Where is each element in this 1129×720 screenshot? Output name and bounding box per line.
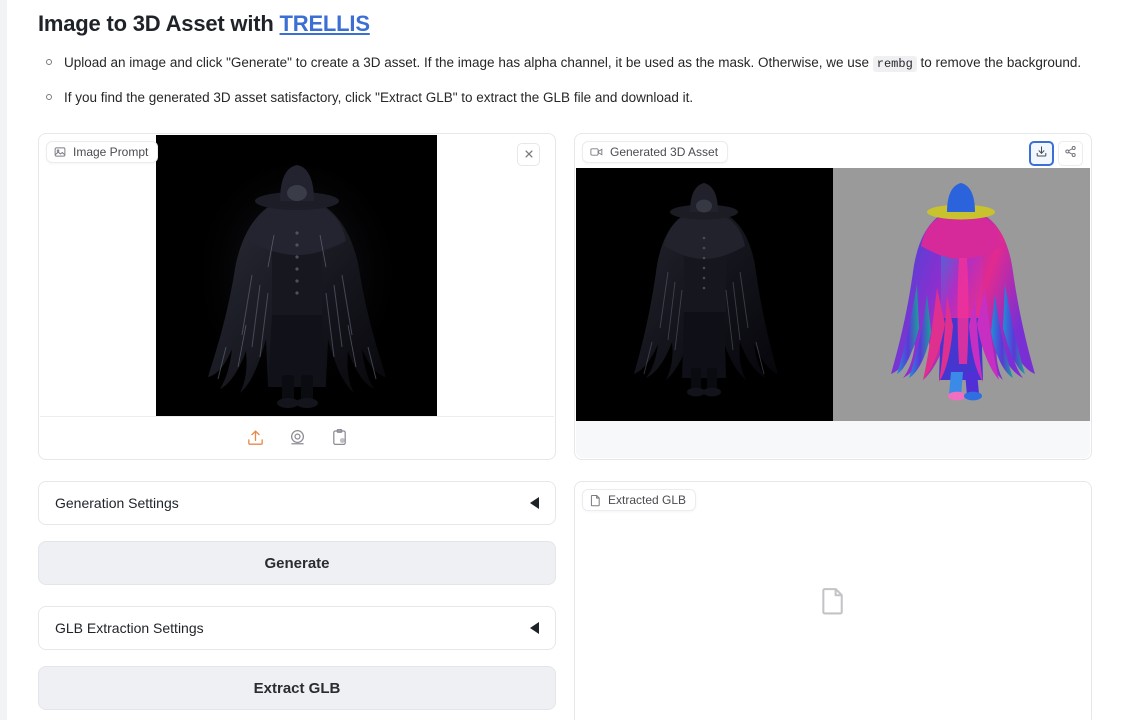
bullet-dot-icon	[46, 59, 52, 65]
asset-viewer[interactable]	[576, 168, 1090, 422]
generate-button[interactable]: Generate	[38, 541, 556, 585]
file-icon	[590, 494, 601, 507]
video-icon	[590, 146, 603, 158]
image-icon	[54, 146, 66, 158]
webcam-icon[interactable]	[286, 427, 308, 449]
instruction-1-part2: to remove the background.	[916, 55, 1082, 70]
generated-asset-label: Generated 3D Asset	[582, 141, 729, 163]
page-scrollbar-gutter[interactable]	[0, 0, 7, 720]
generation-settings-accordion[interactable]: Generation Settings	[38, 481, 556, 525]
glb-extraction-settings-label: GLB Extraction Settings	[55, 620, 204, 636]
image-prompt-stage[interactable]	[40, 135, 554, 418]
caret-left-icon	[530, 622, 539, 634]
left-column: Image Prompt Generation Settings Generat…	[38, 133, 556, 720]
page-title-text: Image to 3D Asset with	[38, 11, 280, 36]
hunter-figure-art	[156, 135, 437, 418]
asset-rgb-figure-art	[576, 168, 833, 422]
asset-rgb-view[interactable]	[576, 168, 833, 422]
download-button[interactable]	[1029, 141, 1054, 166]
share-button[interactable]	[1058, 141, 1083, 166]
asset-footer-bar	[576, 421, 1090, 458]
main-columns: Image Prompt Generation Settings Generat…	[38, 133, 1096, 720]
inline-code-rembg: rembg	[872, 56, 917, 72]
extract-glb-button-label: Extract GLB	[253, 679, 341, 697]
extracted-glb-label-text: Extracted GLB	[608, 493, 687, 507]
extract-glb-button[interactable]: Extract GLB	[38, 666, 556, 710]
generate-button-label: Generate	[264, 554, 330, 572]
instruction-item-2: If you find the generated 3D asset satis…	[38, 87, 1098, 108]
extracted-glb-panel[interactable]: Extracted GLB	[574, 481, 1092, 720]
generated-asset-label-text: Generated 3D Asset	[610, 145, 719, 159]
instruction-item-1: Upload an image and click "Generate" to …	[38, 52, 1098, 75]
asset-normal-figure-art	[833, 168, 1090, 422]
generation-settings-label: Generation Settings	[55, 495, 179, 511]
extracted-glb-empty-state[interactable]	[575, 482, 1091, 720]
image-prompt-toolbar	[40, 416, 554, 458]
instructions-list: Upload an image and click "Generate" to …	[38, 52, 1098, 108]
instruction-1-part1: Upload an image and click "Generate" to …	[64, 55, 873, 70]
upload-icon[interactable]	[244, 427, 266, 449]
trellis-link[interactable]: TRELLIS	[280, 11, 370, 36]
asset-action-buttons	[1029, 141, 1083, 166]
download-icon	[1035, 145, 1048, 163]
extracted-glb-label: Extracted GLB	[582, 489, 697, 511]
glb-extraction-settings-accordion[interactable]: GLB Extraction Settings	[38, 606, 556, 650]
image-prompt-panel[interactable]: Image Prompt	[38, 133, 556, 460]
right-column: Generated 3D Asset Extracted GLB	[574, 133, 1092, 720]
image-prompt-label: Image Prompt	[46, 141, 159, 163]
uploaded-image[interactable]	[156, 135, 437, 418]
header-section: Image to 3D Asset with TRELLIS Upload an…	[38, 0, 1098, 120]
close-icon	[524, 146, 534, 164]
bullet-dot-icon	[46, 94, 52, 100]
share-icon	[1064, 145, 1077, 163]
instruction-2-text: If you find the generated 3D asset satis…	[64, 90, 694, 105]
page-root: Image to 3D Asset with TRELLIS Upload an…	[0, 0, 1129, 720]
file-icon	[820, 586, 846, 621]
clear-image-button[interactable]	[517, 143, 540, 166]
page-title: Image to 3D Asset with TRELLIS	[38, 10, 1098, 38]
clipboard-paste-icon[interactable]	[328, 427, 350, 449]
asset-normal-view[interactable]	[833, 168, 1090, 422]
caret-left-icon	[530, 497, 539, 509]
generated-asset-panel[interactable]: Generated 3D Asset	[574, 133, 1092, 460]
image-prompt-label-text: Image Prompt	[73, 145, 149, 159]
